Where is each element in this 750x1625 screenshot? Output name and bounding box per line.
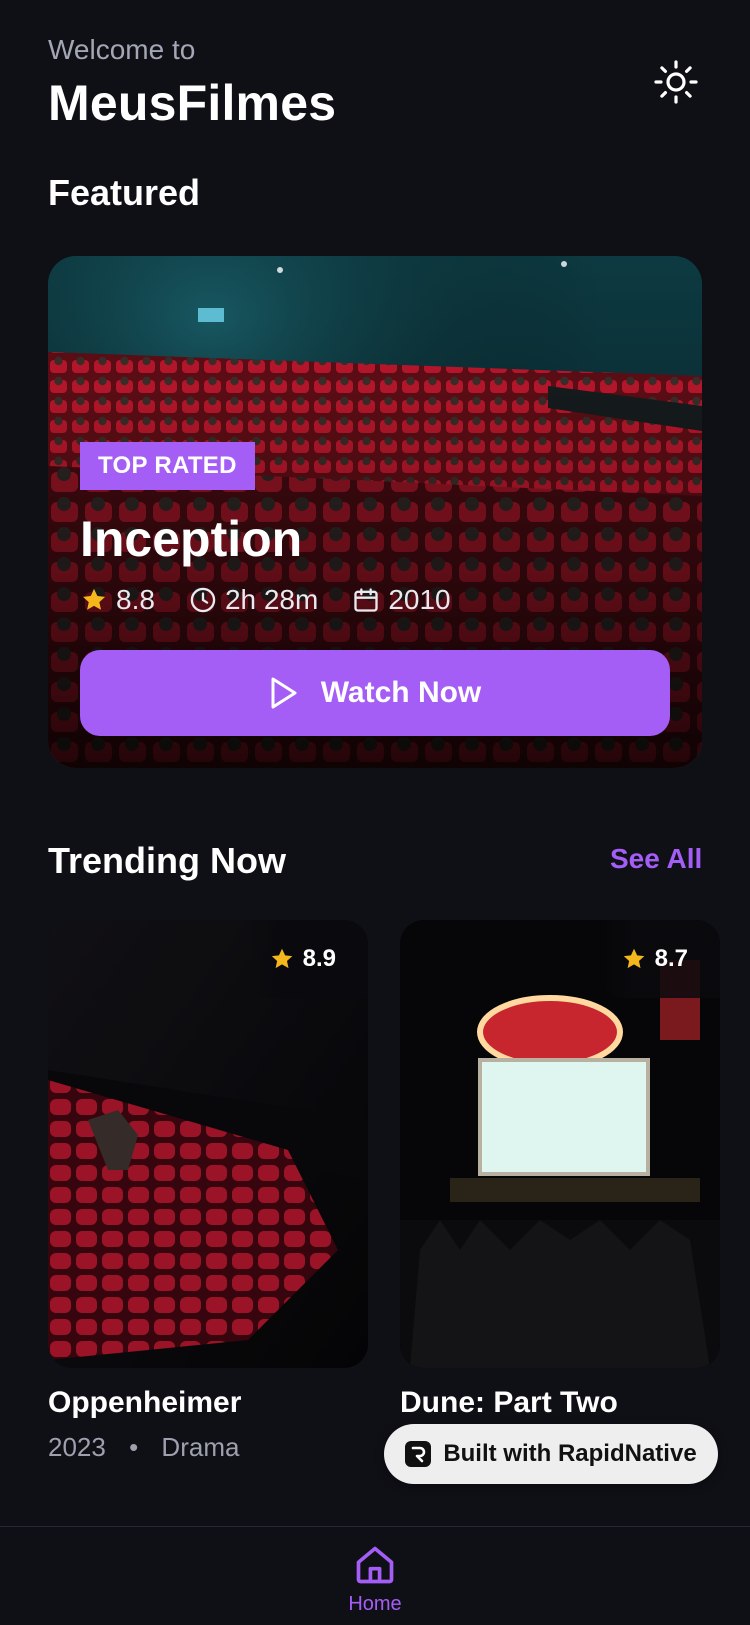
featured-duration-value: 2h 28m	[224, 584, 319, 615]
trending-heading: Trending Now	[48, 840, 286, 881]
promo-label: Built with RapidNative	[443, 1440, 697, 1467]
watch-now-button[interactable]: Watch Now	[80, 650, 670, 736]
rating-value: 8.9	[302, 945, 336, 972]
rapidnative-logo-icon	[405, 1441, 432, 1467]
movie-subtitle: 2023 • Drama	[48, 1432, 239, 1463]
rating-badge: 8.9	[248, 920, 368, 998]
home-icon	[356, 1546, 394, 1584]
movie-title[interactable]: Oppenheimer	[48, 1386, 241, 1420]
star-icon	[83, 588, 106, 610]
calendar-icon	[354, 588, 379, 612]
top-rated-badge: TOP RATED	[80, 442, 255, 490]
see-all-link[interactable]: See All	[610, 843, 702, 875]
featured-heading: Featured	[48, 172, 201, 213]
built-with-rapidnative-badge[interactable]: Built with RapidNative	[384, 1424, 718, 1484]
tab-home-label: Home	[348, 1593, 402, 1615]
featured-rating-value: 8.8	[116, 584, 155, 615]
rating-badge: 8.7	[600, 920, 720, 998]
welcome-text: Welcome to	[48, 34, 196, 65]
watch-now-label: Watch Now	[320, 676, 482, 709]
movie-genre: Drama	[161, 1432, 240, 1462]
movie-year: 2023	[48, 1432, 106, 1462]
theme-toggle-button[interactable]	[652, 58, 700, 106]
movie-card-oppenheimer[interactable]: 8.9	[48, 920, 368, 1368]
app-title: MeusFilmes	[48, 75, 337, 131]
featured-card[interactable]: TOP RATED Inception 8.8 2h 28m 2010 Watc…	[48, 256, 702, 768]
bottom-tab-bar: Home	[0, 1526, 750, 1625]
featured-rating: 8.8	[80, 584, 155, 616]
play-icon	[271, 677, 297, 709]
featured-year-value: 2010	[388, 584, 451, 615]
sun-icon	[654, 60, 698, 104]
featured-year: 2010	[352, 584, 451, 616]
star-icon	[271, 948, 292, 969]
star-icon	[623, 948, 644, 969]
tab-home[interactable]: Home	[330, 1543, 420, 1616]
featured-meta: 8.8 2h 28m 2010	[80, 584, 485, 616]
clock-icon	[190, 587, 216, 613]
featured-title: Inception	[80, 511, 303, 567]
movie-card-dune-part-two[interactable]: 8.7	[400, 920, 720, 1368]
rating-value: 8.7	[654, 945, 688, 972]
separator-dot: •	[129, 1432, 139, 1462]
featured-duration: 2h 28m	[189, 584, 318, 616]
movie-title[interactable]: Dune: Part Two	[400, 1386, 618, 1420]
